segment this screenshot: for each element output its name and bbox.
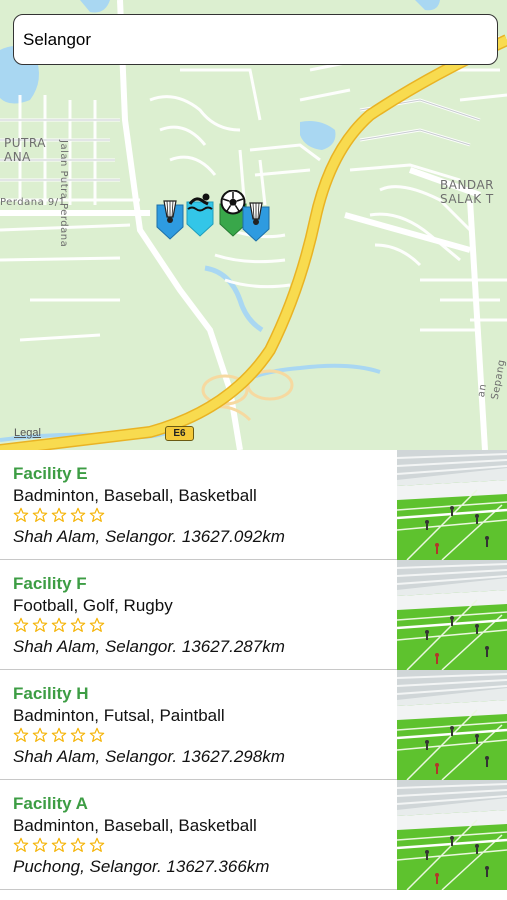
star-icon [13,837,29,852]
star-icon [51,727,67,742]
map-pin[interactable] [156,195,184,243]
rating-stars [13,727,393,745]
highway-shield: E6 [165,426,194,441]
star-icon [89,837,105,852]
star-icon [51,837,67,852]
legal-link[interactable]: Legal [14,427,41,439]
facility-location: Shah Alam, Selangor. 13627.092km [13,527,285,546]
search-input[interactable] [23,29,497,50]
facility-info: Facility F Football, Golf, Rugby Shah Al… [13,574,393,657]
map-label-putra: PUTRA [4,136,46,150]
search-bar[interactable] [13,14,498,65]
facility-sports: Football, Golf, Rugby [13,596,173,615]
star-icon [51,507,67,522]
facility-info: Facility H Badminton, Futsal, Paintball … [13,684,393,767]
star-icon [70,617,86,632]
map-label-sepang: an Sepang [475,358,507,401]
map-pin[interactable] [186,190,214,238]
facility-row[interactable]: Facility A Badminton, Baseball, Basketba… [0,780,507,890]
star-icon [32,837,48,852]
facility-name: Facility H [13,684,89,703]
facility-thumbnail[interactable] [397,780,507,890]
court-photo [397,670,507,780]
star-icon [32,507,48,522]
star-icon [70,727,86,742]
star-icon [70,837,86,852]
facility-row[interactable]: Facility E Badminton, Baseball, Basketba… [0,450,507,560]
rating-stars [13,617,393,635]
facility-list[interactable]: Facility E Badminton, Baseball, Basketba… [0,450,507,900]
facility-thumbnail[interactable] [397,560,507,670]
court-photo [397,450,507,560]
map-label-putra-2: ANA [4,150,31,164]
star-icon [51,617,67,632]
facility-info: Facility E Badminton, Baseball, Basketba… [13,464,393,547]
court-photo [397,560,507,670]
facility-location: Shah Alam, Selangor. 13627.298km [13,747,285,766]
star-icon [89,727,105,742]
facility-thumbnail[interactable] [397,450,507,560]
facility-thumbnail[interactable] [397,670,507,780]
map-view[interactable]: PUTRA ANA Perdana 9/1 Jalan Putra Perdan… [0,0,507,450]
star-icon [13,617,29,632]
facility-sports: Badminton, Baseball, Basketball [13,486,257,505]
rating-stars [13,507,393,525]
court-photo [397,780,507,890]
facility-row[interactable]: Facility H Badminton, Futsal, Paintball … [0,670,507,780]
map-label-bandar: BANDAR [440,178,494,192]
star-icon [13,727,29,742]
map-pin[interactable] [242,197,270,245]
facility-location: Puchong, Selangor. 13627.366km [13,857,270,876]
facility-row[interactable]: Facility F Football, Golf, Rugby Shah Al… [0,560,507,670]
facility-name: Facility F [13,574,87,593]
star-icon [32,617,48,632]
map-label-salak: SALAK T [440,192,494,206]
star-icon [32,727,48,742]
facility-sports: Badminton, Futsal, Paintball [13,706,225,725]
star-icon [89,617,105,632]
star-icon [70,507,86,522]
facility-name: Facility E [13,464,88,483]
facility-location: Shah Alam, Selangor. 13627.287km [13,637,285,656]
badminton-shuttlecock-icon [156,200,184,240]
map-label-jalan-putra: Jalan Putra Perdana [58,140,69,248]
facility-name: Facility A [13,794,88,813]
badminton-shuttlecock-icon [242,202,270,242]
facility-sports: Badminton, Baseball, Basketball [13,816,257,835]
rating-stars [13,837,393,855]
star-icon [89,507,105,522]
facility-info: Facility A Badminton, Baseball, Basketba… [13,794,393,877]
swimmer-icon [186,193,214,237]
star-icon [13,507,29,522]
